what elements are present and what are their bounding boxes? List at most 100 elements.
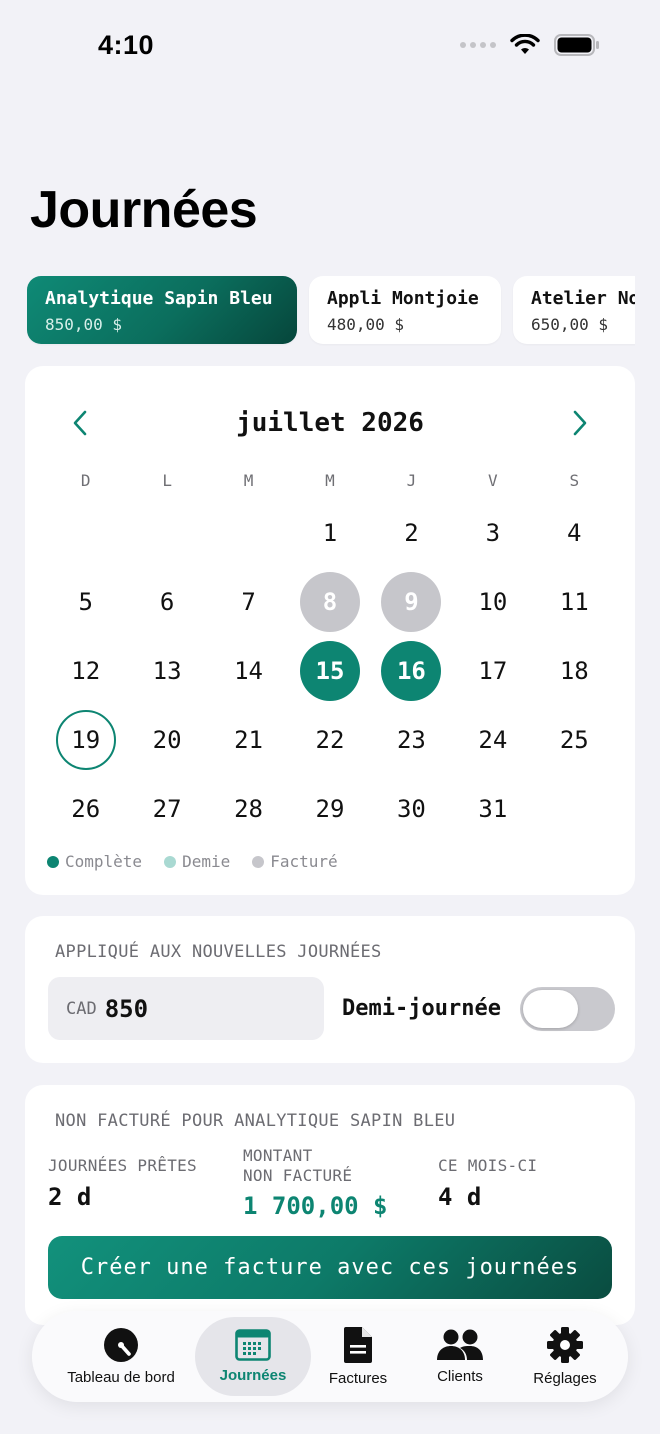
calendar-day-26[interactable]: 26 <box>45 774 126 843</box>
calendar-day-6[interactable]: 6 <box>126 567 207 636</box>
calendar-day-20[interactable]: 20 <box>126 705 207 774</box>
calendar-day-number: 11 <box>559 587 589 616</box>
calendar-day-8[interactable]: 8 <box>289 567 370 636</box>
calendar-card: juillet 2026 DLMMJVS 1 2 3 4 5 6 7 8 9 10 11 12 13 14… <box>25 366 635 895</box>
calendar-day-14[interactable]: 14 <box>208 636 289 705</box>
calendar-day-number: 13 <box>152 656 182 685</box>
calendar-day-number: 19 <box>55 709 116 770</box>
client-chip-rate: 650,00 $ <box>531 315 609 334</box>
calendar-day-2[interactable]: 2 <box>371 498 452 567</box>
tab-label: Journées <box>219 1367 287 1384</box>
calendar-day-24[interactable]: 24 <box>452 705 533 774</box>
legend-item: Demie <box>164 852 230 871</box>
unbilled-summary-card: NON FACTURÉ POUR ANALYTIQUE SAPIN BLEU J… <box>25 1085 635 1325</box>
calendar-day-29[interactable]: 29 <box>289 774 370 843</box>
legend-dot <box>47 855 59 868</box>
calendar-day-19[interactable]: 19 <box>45 705 126 774</box>
weekday-row: DLMMJVS <box>45 471 615 490</box>
calendar-day-21[interactable]: 21 <box>208 705 289 774</box>
calendar-day-number: 15 <box>299 640 360 701</box>
ready-days-value: 2 d <box>48 1183 92 1211</box>
calendar-day-number: 21 <box>234 725 264 754</box>
calendar-day-9[interactable]: 9 <box>371 567 452 636</box>
calendar-day-18[interactable]: 18 <box>534 636 615 705</box>
tab-factures[interactable]: Factures <box>315 1317 401 1396</box>
calendar-day-5[interactable]: 5 <box>45 567 126 636</box>
next-month-button[interactable] <box>563 406 597 440</box>
calendar-day-11[interactable]: 11 <box>534 567 615 636</box>
calendar-day-number: 27 <box>152 794 182 823</box>
legend-label: Complète <box>65 852 143 871</box>
calendar-day-10[interactable]: 10 <box>452 567 533 636</box>
calendar-day-7[interactable]: 7 <box>208 567 289 636</box>
calendar-day-30[interactable]: 30 <box>371 774 452 843</box>
calendar-day-27[interactable]: 27 <box>126 774 207 843</box>
create-invoice-button[interactable]: Créer une facture avec ces journées <box>48 1236 612 1299</box>
unbilled-section-label: NON FACTURÉ POUR ANALYTIQUE SAPIN BLEU <box>55 1111 456 1131</box>
calendar-day-16[interactable]: 16 <box>371 636 452 705</box>
unbilled-amount-label-line1: MONTANT <box>243 1146 313 1165</box>
calendar-day-17[interactable]: 17 <box>452 636 533 705</box>
client-selector: Analytique Sapin Bleu 850,00 $ Appli Mon… <box>27 276 635 346</box>
calendar-day-15[interactable]: 15 <box>289 636 370 705</box>
calendar-day-number: 20 <box>152 725 182 754</box>
tab-journees[interactable]: Journées <box>195 1317 311 1396</box>
calendar-day-number: 3 <box>485 518 501 547</box>
legend-item: Facturé <box>252 852 338 871</box>
tab-reglages[interactable]: Réglages <box>520 1317 610 1396</box>
calendar-day-number: 30 <box>396 794 426 823</box>
ready-days-label: JOURNÉES PRÊTES <box>48 1156 197 1175</box>
calendar-day-12[interactable]: 12 <box>45 636 126 705</box>
battery-icon <box>554 34 599 56</box>
half-day-toggle[interactable] <box>520 987 615 1031</box>
calendar-month-label: juillet 2026 <box>236 408 424 438</box>
client-chip-atelier[interactable]: Atelier No 650,00 $ <box>513 276 635 344</box>
unbilled-amount-label-line2: NON FACTURÉ <box>243 1166 353 1185</box>
calendar-day-number: 9 <box>381 571 442 632</box>
client-chip-analytique-sapin-bleu[interactable]: Analytique Sapin Bleu 850,00 $ <box>27 276 297 344</box>
client-chip-rate: 850,00 $ <box>45 315 123 334</box>
empty-day-cell <box>45 498 126 567</box>
unbilled-amount-label: MONTANT NON FACTURÉ <box>243 1146 352 1186</box>
tab-dashboard[interactable]: Tableau de bord <box>50 1317 192 1396</box>
legend-dot <box>164 855 177 868</box>
calendar-day-4[interactable]: 4 <box>534 498 615 567</box>
calendar-day-25[interactable]: 25 <box>534 705 615 774</box>
calendar-grid: 1 2 3 4 5 6 7 8 9 10 11 12 13 14 15 16 17 18 19 20 21 22 23 24 2… <box>45 498 615 843</box>
page-title: Journées <box>30 181 258 239</box>
calendar-day-23[interactable]: 23 <box>371 705 452 774</box>
daily-rate-input[interactable]: CAD 850 <box>48 977 324 1040</box>
legend-label: Demie <box>182 852 231 871</box>
calendar-day-number: 26 <box>71 794 101 823</box>
weekday-label: M <box>325 471 335 490</box>
client-chip-rate: 480,00 $ <box>327 315 405 334</box>
client-chip-appli-montjoie[interactable]: Appli Montjoie 480,00 $ <box>309 276 501 344</box>
calendar-day-number: 12 <box>71 656 101 685</box>
calendar-day-3[interactable]: 3 <box>452 498 533 567</box>
rate-settings-card: APPLIQUÉ AUX NOUVELLES JOURNÉES CAD 850 … <box>25 916 635 1063</box>
calendar-day-number: 24 <box>478 725 508 754</box>
half-day-label: Demi-journée <box>342 996 501 1021</box>
calendar-day-22[interactable]: 22 <box>289 705 370 774</box>
weekday-label: J <box>406 471 417 490</box>
calendar-day-31[interactable]: 31 <box>452 774 533 843</box>
people-icon <box>437 1329 483 1360</box>
empty-day-cell <box>126 498 207 567</box>
calendar-day-1[interactable]: 1 <box>289 498 370 567</box>
chevron-right-icon <box>573 410 587 436</box>
toggle-knob <box>523 990 578 1028</box>
client-chip-name: Appli Montjoie <box>327 288 479 309</box>
calendar-day-13[interactable]: 13 <box>126 636 207 705</box>
calendar-icon <box>235 1329 271 1361</box>
document-icon <box>344 1327 372 1363</box>
weekday-label: S <box>569 471 580 490</box>
calendar-day-number: 18 <box>559 656 589 685</box>
weekday-label: L <box>162 471 172 490</box>
client-chip-name: Atelier No <box>531 288 635 309</box>
status-indicators <box>460 34 600 56</box>
calendar-day-28[interactable]: 28 <box>208 774 289 843</box>
gauge-icon <box>104 1328 138 1362</box>
tab-clients[interactable]: Clients <box>416 1317 504 1396</box>
calendar-day-number: 22 <box>315 725 345 754</box>
month-days-label: CE MOIS-CI <box>438 1156 538 1175</box>
